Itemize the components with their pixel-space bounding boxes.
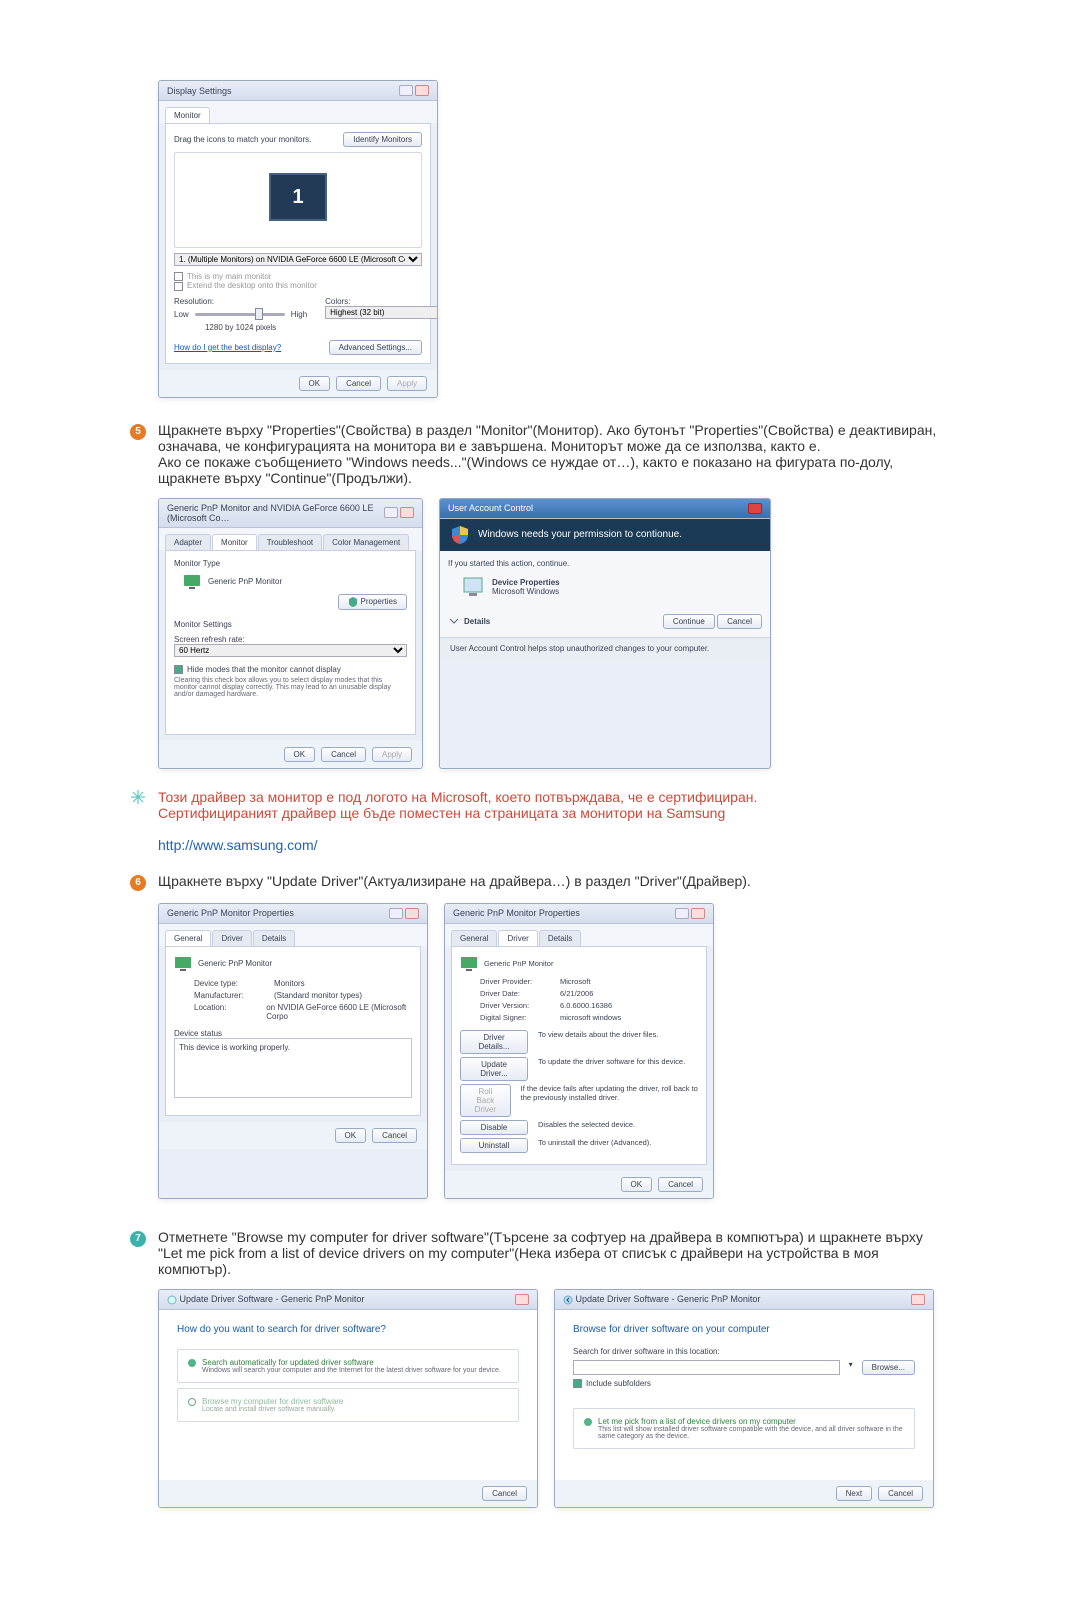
radio-pick[interactable] bbox=[584, 1418, 592, 1426]
step-6-bullet: 6 bbox=[130, 875, 146, 891]
monitor-small-icon bbox=[460, 955, 478, 973]
close-icon[interactable] bbox=[691, 908, 705, 919]
back-icon[interactable] bbox=[167, 1295, 177, 1305]
close-icon[interactable] bbox=[400, 507, 414, 518]
tab-troubleshoot[interactable]: Troubleshoot bbox=[258, 534, 322, 550]
apply-button[interactable]: Apply bbox=[372, 747, 412, 762]
cancel-button[interactable]: Cancel bbox=[321, 747, 366, 762]
path-input[interactable] bbox=[573, 1360, 840, 1375]
tab-monitor[interactable]: Monitor bbox=[212, 534, 257, 550]
colors-select[interactable]: Highest (32 bit) bbox=[325, 306, 438, 319]
shield-icon bbox=[348, 597, 358, 607]
update-driver-wizard-1: Update Driver Software - Generic PnP Mon… bbox=[158, 1289, 538, 1508]
monitor-properties-window: Generic PnP Monitor and NVIDIA GeForce 6… bbox=[158, 498, 423, 769]
shield-icon bbox=[450, 525, 470, 545]
device-status: This device is working properly. bbox=[174, 1038, 412, 1098]
pnp-properties-general: Generic PnP Monitor Properties General D… bbox=[158, 903, 428, 1199]
monitor-small-icon bbox=[174, 955, 192, 973]
browse-button[interactable]: Browse... bbox=[862, 1360, 915, 1375]
close-icon[interactable] bbox=[405, 908, 419, 919]
back-icon[interactable] bbox=[563, 1295, 573, 1305]
advanced-settings-button[interactable]: Advanced Settings... bbox=[329, 340, 422, 355]
cancel-button[interactable]: Cancel bbox=[482, 1486, 527, 1501]
step-7-bullet: 7 bbox=[130, 1231, 146, 1247]
details-toggle[interactable]: Details bbox=[464, 617, 490, 626]
ok-button[interactable]: OK bbox=[284, 747, 316, 762]
note-line2: Сертифицираният драйвер ще бъде поместен… bbox=[158, 805, 725, 821]
close-icon[interactable] bbox=[415, 85, 429, 96]
tab-general[interactable]: General bbox=[165, 930, 211, 946]
rollback-button[interactable]: Roll Back Driver bbox=[460, 1084, 511, 1117]
identify-monitors-button[interactable]: Identify Monitors bbox=[343, 132, 422, 147]
ok-button[interactable]: OK bbox=[299, 376, 331, 391]
monitor-select[interactable]: 1. (Multiple Monitors) on NVIDIA GeForce… bbox=[174, 253, 422, 266]
window-title: Display Settings bbox=[167, 86, 232, 96]
refresh-rate-select[interactable]: 60 Hertz bbox=[174, 644, 407, 657]
monitor-icon[interactable]: 1 bbox=[269, 173, 327, 221]
window-title: User Account Control bbox=[448, 503, 533, 513]
tab-color[interactable]: Color Management bbox=[323, 534, 409, 550]
min-icon[interactable] bbox=[399, 85, 413, 96]
help-icon[interactable] bbox=[675, 908, 689, 919]
radio-browse[interactable] bbox=[188, 1398, 196, 1406]
wizard-heading: Browse for driver software on your compu… bbox=[573, 1324, 915, 1335]
drag-text: Drag the icons to match your monitors. bbox=[174, 135, 311, 144]
tab-driver[interactable]: Driver bbox=[498, 930, 537, 946]
ok-button[interactable]: OK bbox=[335, 1128, 367, 1143]
uac-heading: Windows needs your permission to contion… bbox=[478, 529, 682, 540]
tab-general[interactable]: General bbox=[451, 930, 497, 946]
update-driver-button[interactable]: Update Driver... bbox=[460, 1057, 528, 1081]
uac-window: User Account Control Windows needs your … bbox=[439, 498, 771, 769]
disable-button[interactable]: Disable bbox=[460, 1120, 528, 1135]
update-driver-wizard-2: Update Driver Software - Generic PnP Mon… bbox=[554, 1289, 934, 1508]
tab-driver[interactable]: Driver bbox=[212, 930, 251, 946]
step-5-text: Щракнете върху "Properties"(Свойства) в … bbox=[158, 422, 950, 486]
cancel-button[interactable]: Cancel bbox=[336, 376, 381, 391]
cancel-button[interactable]: Cancel bbox=[878, 1486, 923, 1501]
app-icon bbox=[462, 576, 484, 598]
help-icon[interactable] bbox=[384, 507, 398, 518]
cancel-button[interactable]: Cancel bbox=[717, 614, 762, 629]
step-5-bullet: 5 bbox=[130, 424, 146, 440]
note-line1: Този драйвер за монитор е под логото на … bbox=[158, 789, 757, 805]
cancel-button[interactable]: Cancel bbox=[372, 1128, 417, 1143]
continue-button[interactable]: Continue bbox=[663, 614, 715, 629]
titlebar: Display Settings bbox=[159, 81, 437, 101]
radio-auto[interactable] bbox=[188, 1359, 196, 1367]
cancel-button[interactable]: Cancel bbox=[658, 1177, 703, 1192]
uninstall-button[interactable]: Uninstall bbox=[460, 1138, 528, 1153]
samsung-link[interactable]: http://www.samsung.com/ bbox=[158, 837, 318, 853]
wizard-heading: How do you want to search for driver sof… bbox=[177, 1324, 519, 1335]
tab-details[interactable]: Details bbox=[253, 930, 295, 946]
step-7-text: Отметнете "Browse my computer for driver… bbox=[158, 1229, 950, 1277]
tab-monitor[interactable]: Monitor bbox=[165, 107, 210, 123]
apply-button[interactable]: Apply bbox=[387, 376, 427, 391]
monitor-small-icon bbox=[182, 572, 202, 592]
pnp-properties-driver: Generic PnP Monitor Properties General D… bbox=[444, 903, 714, 1199]
close-icon[interactable] bbox=[748, 503, 762, 514]
note-icon bbox=[130, 789, 146, 805]
tab-details[interactable]: Details bbox=[539, 930, 581, 946]
close-icon[interactable] bbox=[515, 1294, 529, 1305]
help-icon[interactable] bbox=[389, 908, 403, 919]
tab-adapter[interactable]: Adapter bbox=[165, 534, 211, 550]
display-settings-window: Display Settings Monitor Drag the icons … bbox=[158, 80, 438, 398]
chevron-down-icon[interactable] bbox=[448, 615, 460, 627]
next-button[interactable]: Next bbox=[836, 1486, 872, 1501]
close-icon[interactable] bbox=[911, 1294, 925, 1305]
resolution-slider[interactable] bbox=[255, 308, 263, 320]
help-link[interactable]: How do I get the best display? bbox=[174, 343, 281, 352]
properties-button[interactable]: Properties bbox=[338, 594, 407, 610]
step-6-text: Щракнете върху "Update Driver"(Актуализи… bbox=[158, 873, 950, 889]
window-title: Generic PnP Monitor and NVIDIA GeForce 6… bbox=[167, 503, 384, 523]
driver-details-button[interactable]: Driver Details... bbox=[460, 1030, 528, 1054]
ok-button[interactable]: OK bbox=[621, 1177, 653, 1192]
